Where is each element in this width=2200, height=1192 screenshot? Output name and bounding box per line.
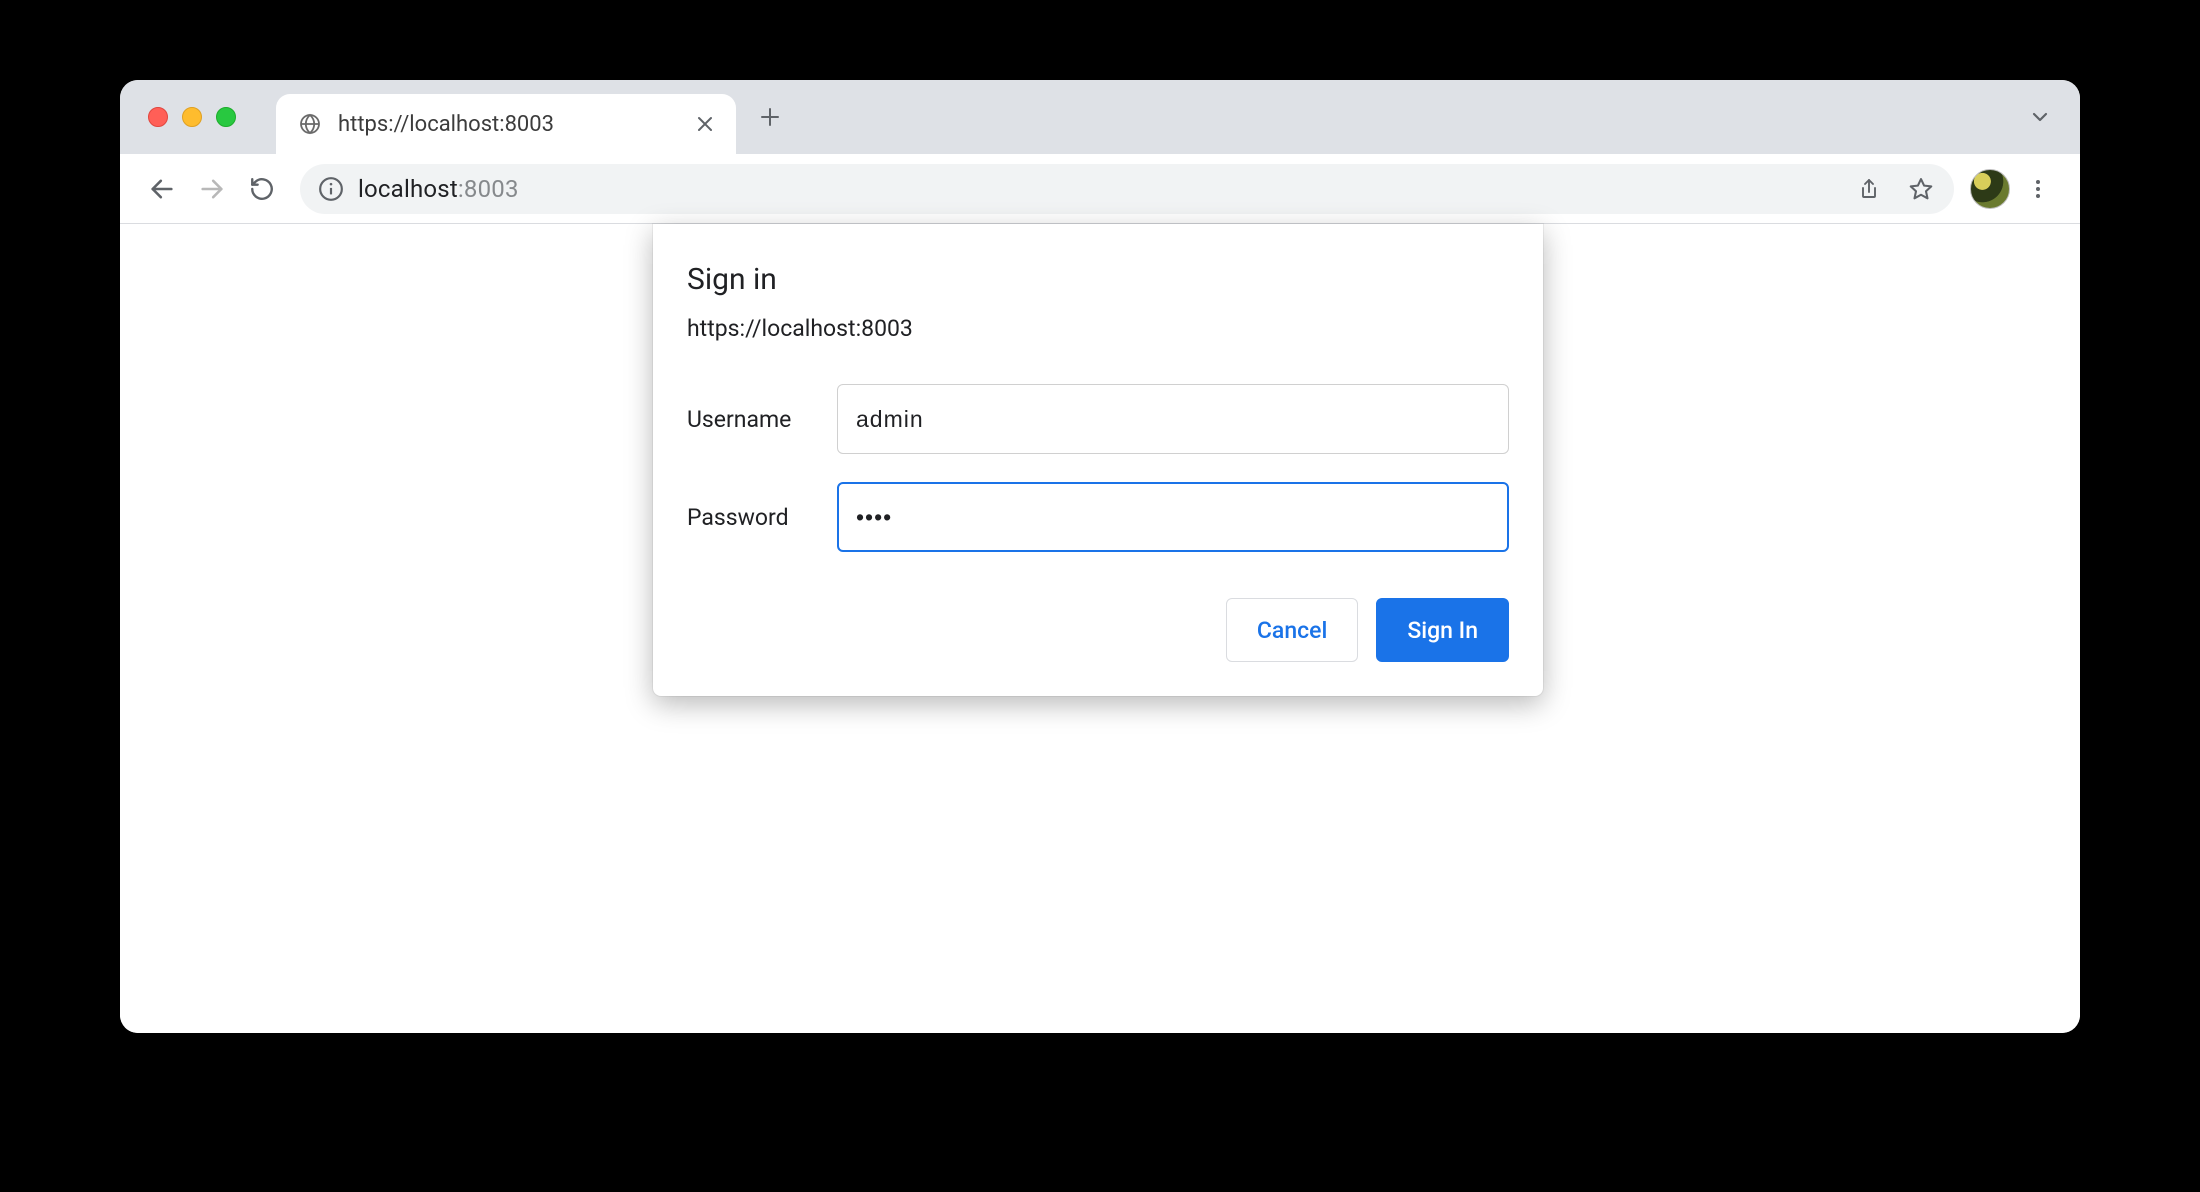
dialog-buttons: Cancel Sign In [687,598,1509,662]
globe-icon [298,112,322,136]
tab-strip: https://localhost:8003 [120,80,2080,154]
url-port: :8003 [458,175,519,203]
browser-menu-button[interactable] [2016,167,2060,211]
address-bar[interactable]: localhost:8003 [300,164,1954,214]
http-auth-dialog: Sign in https://localhost:8003 Username … [653,224,1543,696]
browser-tab[interactable]: https://localhost:8003 [276,94,736,154]
reload-button[interactable] [240,167,284,211]
toolbar: localhost:8003 [120,154,2080,224]
chevron-down-icon[interactable] [2028,105,2052,129]
address-bar-url: localhost:8003 [358,175,1836,203]
password-input[interactable] [837,482,1509,552]
tab-close-button[interactable] [696,115,714,133]
new-tab-button[interactable] [746,93,794,141]
username-input[interactable] [837,384,1509,454]
username-label: Username [687,406,807,433]
forward-button[interactable] [190,167,234,211]
cancel-button[interactable]: Cancel [1226,598,1358,662]
back-button[interactable] [140,167,184,211]
window-controls [148,107,236,127]
dialog-title: Sign in [687,262,1509,297]
window-minimize-button[interactable] [182,107,202,127]
dialog-origin: https://localhost:8003 [687,315,1509,342]
profile-avatar[interactable] [1970,169,2010,209]
sign-in-button[interactable]: Sign In [1376,598,1509,662]
window-zoom-button[interactable] [216,107,236,127]
tab-title: https://localhost:8003 [338,112,680,137]
share-icon[interactable] [1850,170,1888,208]
site-info-icon[interactable] [318,176,344,202]
browser-window: https://localhost:8003 [120,80,2080,1033]
page-content: Sign in https://localhost:8003 Username … [120,224,2080,1033]
bookmark-icon[interactable] [1902,170,1940,208]
url-host: localhost [358,175,458,203]
window-close-button[interactable] [148,107,168,127]
password-label: Password [687,504,807,531]
